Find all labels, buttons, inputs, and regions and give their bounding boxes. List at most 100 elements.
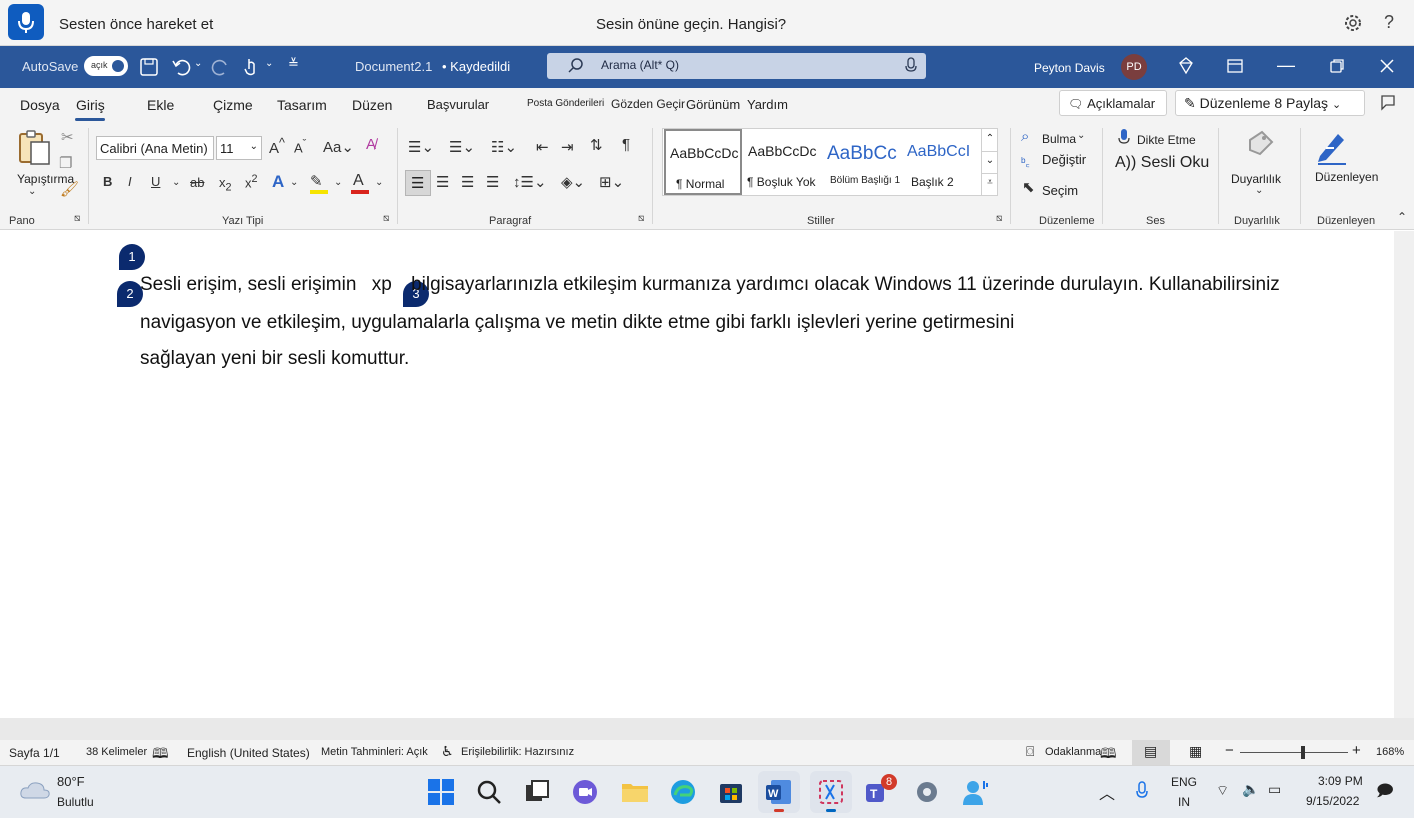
sort-icon[interactable]: ⇅: [590, 136, 603, 154]
style-heading-2[interactable]: AaBbCcI Başlık 2: [906, 129, 979, 195]
snipping-tool-button[interactable]: [810, 771, 852, 813]
word-count[interactable]: 38 Kelimeler: [86, 746, 147, 758]
find-button[interactable]: Bulma: [1042, 132, 1076, 146]
comments-button[interactable]: 🗨 Açıklamalar: [1059, 90, 1167, 116]
zoom-in-icon[interactable]: +: [1352, 742, 1361, 759]
font-size-select[interactable]: 11 ⌄: [216, 136, 262, 160]
underline-dropdown-icon[interactable]: ⌄: [172, 177, 180, 188]
find-dropdown-icon[interactable]: ⌄: [1077, 130, 1085, 141]
notifications-icon[interactable]: 🗩: [1376, 780, 1394, 807]
redo-icon[interactable]: [210, 56, 232, 78]
read-mode-icon[interactable]: 🕮: [1100, 743, 1117, 767]
dictate-button[interactable]: Dikte Etme: [1137, 133, 1196, 147]
sensitivity-icon[interactable]: [1244, 128, 1278, 162]
tab-file[interactable]: Dosya: [20, 97, 60, 113]
zoom-slider-thumb[interactable]: [1301, 746, 1305, 759]
language[interactable]: English (United States): [187, 746, 310, 760]
tab-design[interactable]: Tasarım: [277, 97, 327, 113]
close-icon[interactable]: [1379, 58, 1395, 74]
web-layout-icon[interactable]: ▦: [1189, 743, 1202, 760]
dialog-launcher-icon[interactable]: ⧅: [996, 213, 1002, 224]
tab-home[interactable]: Giriş: [76, 97, 105, 113]
battery-icon[interactable]: ▭: [1268, 781, 1281, 798]
zoom-level[interactable]: 168%: [1376, 746, 1404, 758]
vertical-scrollbar[interactable]: [1394, 231, 1414, 718]
undo-icon[interactable]: [170, 56, 192, 78]
multilevel-list-icon[interactable]: ☷⌄: [491, 138, 517, 156]
highlight-icon[interactable]: ✎: [310, 172, 323, 190]
tab-review[interactable]: Gözden Geçir: [611, 97, 685, 111]
undo-dropdown-icon[interactable]: ⌄: [194, 58, 202, 69]
clock-time[interactable]: 3:09 PM: [1318, 774, 1363, 788]
collapse-ribbon-icon[interactable]: ⌃: [1397, 210, 1407, 224]
search-icon[interactable]: [472, 775, 506, 809]
voice-access-app-icon[interactable]: [958, 775, 992, 809]
editor-button[interactable]: Düzenleyen: [1315, 170, 1378, 184]
touch-mode-icon[interactable]: [240, 55, 262, 79]
style-no-spacing[interactable]: AaBbCcDc ¶ Boşluk Yok: [744, 129, 822, 195]
chat-icon[interactable]: [568, 775, 602, 809]
weather-condition[interactable]: Bulutlu: [57, 795, 94, 809]
cloud-icon[interactable]: [18, 778, 52, 802]
print-layout-button[interactable]: ▤: [1132, 740, 1170, 765]
share-label[interactable]: 8 Paylaş: [1274, 95, 1328, 111]
accessibility-status[interactable]: Erişilebilirlik: Hazırsınız: [461, 746, 574, 758]
highlight-dropdown-icon[interactable]: ⌄: [334, 177, 342, 188]
zoom-out-icon[interactable]: −: [1225, 742, 1234, 759]
language-indicator-bottom[interactable]: IN: [1178, 795, 1190, 809]
font-color-icon[interactable]: A: [353, 172, 364, 190]
underline-icon[interactable]: U: [151, 174, 160, 189]
subscript-icon[interactable]: x2: [219, 175, 232, 194]
cut-icon[interactable]: ✂: [61, 128, 74, 146]
ribbon-display-icon[interactable]: [1226, 57, 1244, 75]
style-normal[interactable]: AaBbCcDc ¶ Normal: [664, 129, 742, 195]
chevron-up-icon[interactable]: ︿: [1099, 780, 1115, 804]
italic-icon[interactable]: I: [128, 174, 132, 189]
clock-date[interactable]: 9/15/2022: [1306, 794, 1359, 808]
number-badge-1[interactable]: 1: [119, 244, 145, 270]
align-right-icon[interactable]: ☰: [461, 173, 474, 191]
book-icon[interactable]: 🕮: [152, 743, 169, 767]
borders-icon[interactable]: ⊞⌄: [599, 173, 624, 191]
select-button[interactable]: Seçim: [1042, 183, 1078, 198]
format-painter-icon[interactable]: 🖌: [60, 180, 79, 198]
word-app-button[interactable]: W: [758, 771, 800, 813]
focus-button[interactable]: Odaklanma: [1045, 746, 1101, 758]
save-icon[interactable]: [138, 56, 160, 78]
replace-button[interactable]: Değiştir: [1042, 152, 1086, 167]
editor-icon[interactable]: [1312, 126, 1352, 166]
change-case-icon[interactable]: Aa⌄: [323, 138, 354, 156]
customize-toolbar-icon[interactable]: ≚: [288, 56, 299, 72]
bold-icon[interactable]: B: [103, 174, 112, 189]
document-canvas[interactable]: 1 2 3 Sesli erişim, sesli erişimin xp bi…: [0, 231, 1394, 718]
autosave-toggle[interactable]: açık: [84, 56, 128, 76]
copy-icon[interactable]: ❐: [59, 154, 72, 172]
paste-icon[interactable]: [14, 128, 54, 168]
feedback-icon[interactable]: [1378, 93, 1398, 113]
accessibility-icon[interactable]: ♿: [441, 743, 454, 760]
store-icon[interactable]: [714, 775, 748, 809]
bullets-icon[interactable]: ☰⌄: [408, 138, 434, 156]
more-styles-icon[interactable]: ⩡: [981, 173, 998, 195]
strikethrough-icon[interactable]: ab: [190, 175, 204, 190]
wifi-icon[interactable]: ⌔: [1216, 782, 1229, 800]
select-icon[interactable]: ⬉: [1022, 178, 1035, 196]
numbering-icon[interactable]: ☰⌄: [449, 138, 475, 156]
increase-indent-icon[interactable]: ⇥: [561, 138, 574, 156]
style-heading-1[interactable]: AaBbCc Bölüm Başlığı 1: [824, 129, 906, 195]
restore-icon[interactable]: [1329, 58, 1345, 74]
weather-temperature[interactable]: 80°F: [57, 774, 85, 789]
text-predictions[interactable]: Metin Tahminleri: Açık: [321, 746, 428, 758]
dictate-icon[interactable]: [1116, 128, 1132, 148]
tab-view[interactable]: Görünüm: [686, 97, 740, 112]
file-explorer-icon[interactable]: [618, 775, 652, 809]
touch-dropdown-icon[interactable]: ⌄: [265, 58, 273, 69]
superscript-icon[interactable]: x2: [245, 173, 258, 190]
effects-dropdown-icon[interactable]: ⌄: [290, 177, 298, 188]
read-aloud-button[interactable]: A)) Sesli Oku: [1115, 154, 1209, 172]
tab-mailings[interactable]: Posta Gönderileri: [527, 98, 604, 109]
text-effects-icon[interactable]: A: [272, 172, 284, 192]
focus-icon[interactable]: ⌼: [1026, 743, 1034, 760]
search-box[interactable]: Arama (Alt* Q): [547, 53, 926, 79]
justify-icon[interactable]: ☰: [486, 173, 499, 191]
